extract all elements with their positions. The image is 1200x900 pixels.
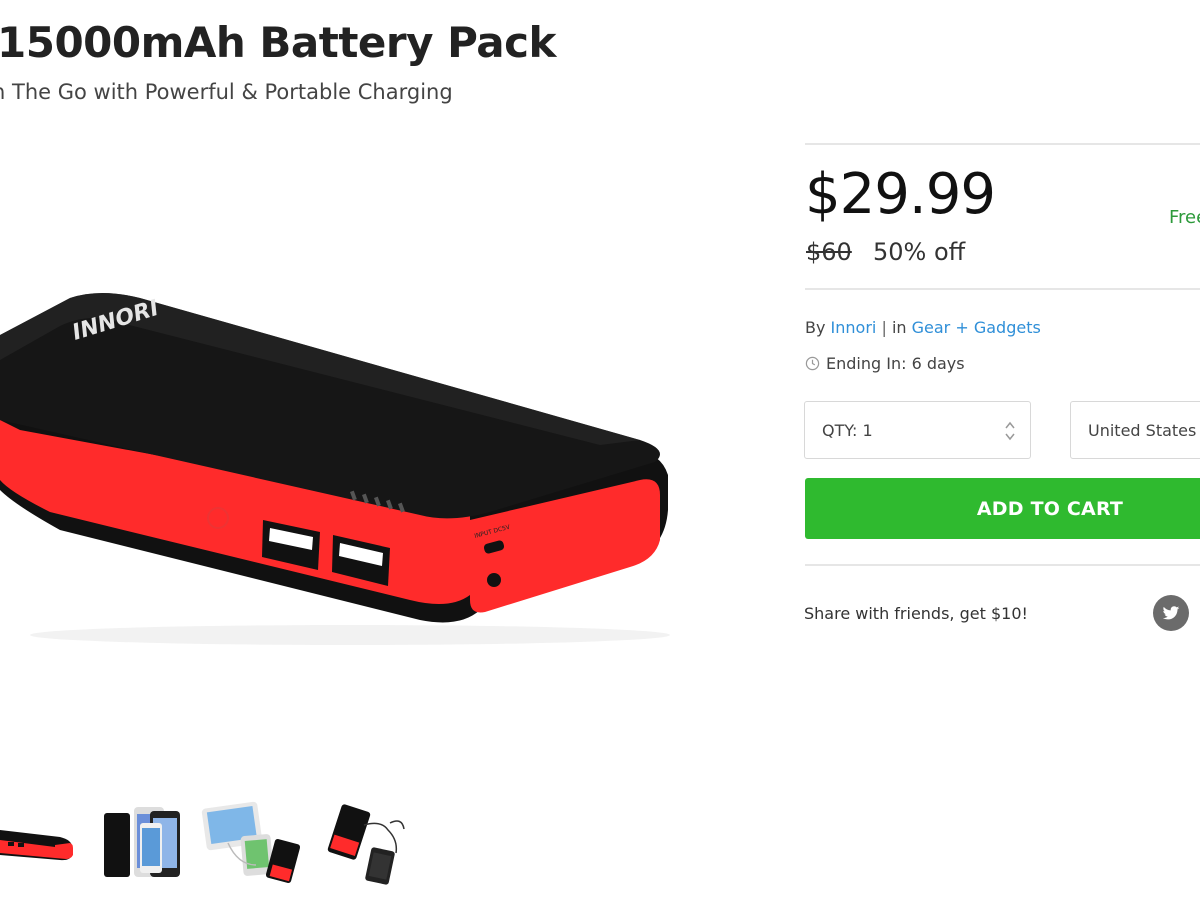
discount-label: 50% off <box>873 238 966 266</box>
thumbnail-battery-with-cable[interactable] <box>326 795 410 887</box>
by-label: By <box>805 318 826 337</box>
country-value: United States <box>1088 420 1197 440</box>
divider-price <box>805 288 1200 290</box>
chevron-updown-icon <box>1005 421 1015 441</box>
twitter-share-button[interactable] <box>1153 595 1189 631</box>
meta-separator: | <box>881 318 887 337</box>
divider-share <box>805 564 1200 566</box>
quantity-select[interactable]: QTY: 1 <box>804 401 1031 459</box>
ending-line: Ending In: 6 days <box>805 354 965 373</box>
clock-icon <box>805 356 820 371</box>
retail-price: $60 <box>806 238 852 266</box>
product-title: 15000mAh Battery Pack <box>0 18 556 67</box>
category-link[interactable]: Gear + Gadgets <box>912 318 1041 337</box>
twitter-icon <box>1162 605 1180 619</box>
share-text: Share with friends, get $10! <box>804 604 1028 623</box>
product-subtitle: n The Go with Powerful & Portable Chargi… <box>0 80 453 104</box>
divider-top <box>805 143 1200 145</box>
in-label: in <box>891 318 907 337</box>
vendor-link[interactable]: Innori <box>831 318 877 337</box>
ending-text: Ending In: 6 days <box>826 354 965 373</box>
add-to-cart-button[interactable]: ADD TO CART <box>805 478 1200 539</box>
sale-price: $29.99 <box>805 162 996 227</box>
quantity-value: QTY: 1 <box>822 420 873 440</box>
vendor-line: By Innori | in Gear + Gadgets <box>805 318 1041 337</box>
thumbnail-battery-pack-red[interactable] <box>0 795 78 887</box>
product-hero-image: INNORI INPUT DC5V <box>0 280 700 660</box>
thumbnail-battery-charging-devices[interactable] <box>198 795 308 887</box>
shipping-label: Free <box>1169 207 1200 228</box>
country-select[interactable]: United States <box>1070 401 1200 459</box>
thumbnail-battery-with-phones[interactable] <box>100 795 188 887</box>
